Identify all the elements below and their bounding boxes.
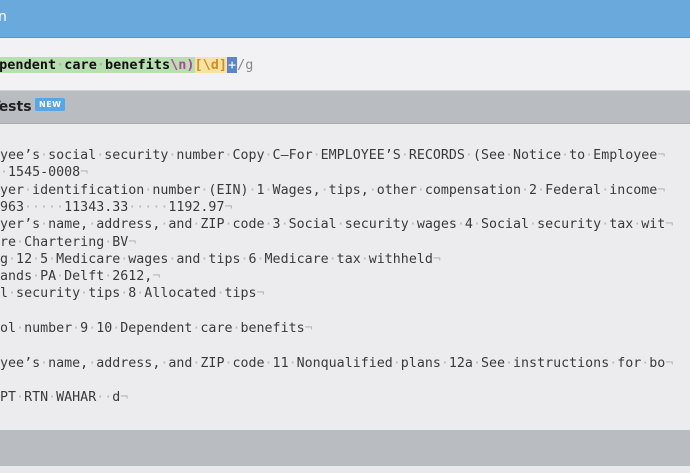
expression-input[interactable]: ependent·care·benefits\n)[\d]+/g [0,57,253,73]
regex-flags[interactable]: g [245,57,253,73]
regex-char-class: [\d] [194,57,228,73]
test-text-line: ire·Chartering·BV¬ [0,234,137,250]
app-title: n [0,9,7,25]
test-text-line: lands·PA·Delft·2612,¬ [0,269,161,285]
test-text-line: ZPT·RTN·WAHAR··d¬ [0,390,129,406]
regex-newline-escape: \n [170,57,187,73]
new-badge: NEW [35,98,66,111]
test-text-line: 7963·····11343.33·····1192.97¬ [0,199,233,215]
test-text-line: oyer’s·name,·address,·and·ZIP·code·3·Soc… [0,217,674,233]
test-text-line: oyee’s·name,·address,·and·ZIP·code·11·No… [0,355,674,371]
test-text-line: eg·12·5·Medicare·wages·and·tips·6·Medica… [0,251,441,267]
test-string-editor[interactable]: oyee’s·social·security·number·Copy·C—For… [0,124,690,430]
test-text-line: oyee’s·social·security·number·Copy·C—For… [0,148,666,163]
bottom-strip [0,466,690,473]
expression-editor[interactable]: ependent·care·benefits\n)[\d]+/g [0,38,690,91]
test-text-line: rol·number·9·10·Dependent·care·benefits¬ [0,321,313,336]
regex-quantifier: + [227,57,238,73]
bottom-panel-header[interactable] [0,430,690,466]
regex-close-paren: ) [186,57,195,73]
app-header: n [0,0,690,38]
test-text-line: al·security·tips·8·Allocated·tips¬ [0,286,265,302]
regex-literal: ependent·care·benefits [0,57,171,73]
test-text-line: oyer·identification·number·(EIN)·1·Wages… [0,182,666,198]
tests-panel-header[interactable]: Tests NEW [0,91,690,124]
tests-title[interactable]: Tests [0,99,32,115]
test-text-line: .·1545-0008¬ [0,165,89,181]
